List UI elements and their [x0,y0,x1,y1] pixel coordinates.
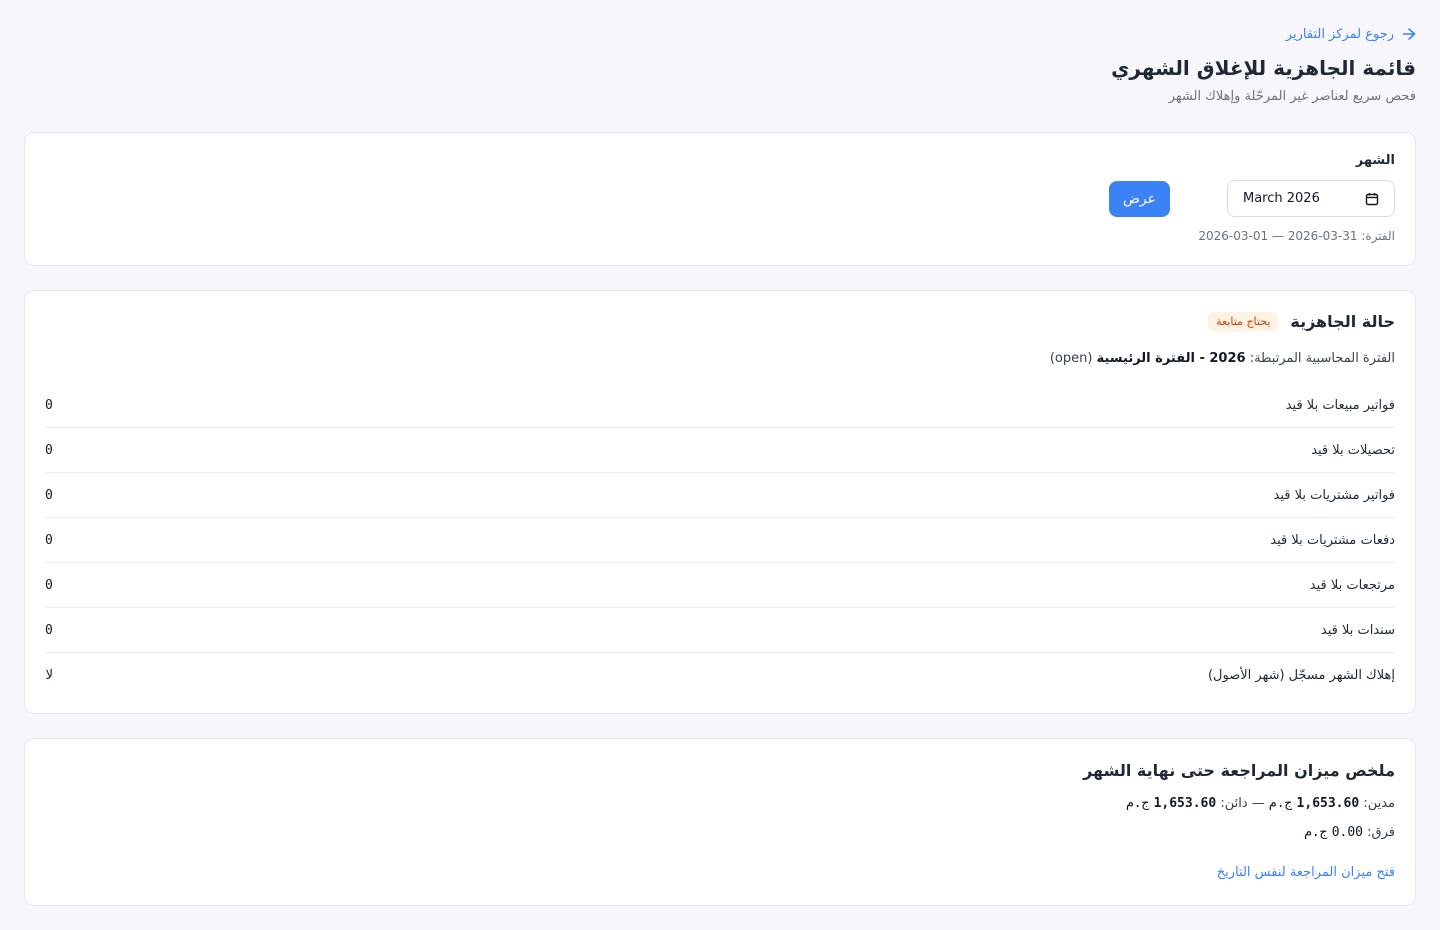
check-label: تحصيلات بلا قيد [1311,442,1395,458]
month-input[interactable]: March 2026 [1227,180,1395,217]
readiness-checklist: فواتير مبيعات بلا قيد 0 تحصيلات بلا قيد … [45,383,1395,698]
period-dates: 2026-03-01 — 2026-03-31 [1198,229,1357,243]
check-row: دفعات مشتريات بلا قيد 0 [45,518,1395,563]
check-value: 0 [45,397,53,413]
check-label: فواتير مشتريات بلا قيد [1273,487,1395,503]
linked-period-status: (open) [1049,351,1093,366]
difference-label: فرق: [1367,825,1395,840]
check-value: 0 [45,487,53,503]
readiness-card: حالة الجاهزية يحتاج متابعة الفترة المحاس… [24,290,1416,714]
readiness-header: حالة الجاهزية يحتاج متابعة [1208,312,1395,331]
debit-value: 1,653.60 [1296,796,1360,811]
calendar-icon[interactable] [1365,192,1379,206]
open-trial-balance-link[interactable]: فتح ميزان المراجعة لنفس التاريخ [1217,865,1395,880]
check-label: مرتجعات بلا قيد [1309,577,1395,593]
difference-line: فرق: 0.00 ج.م [1304,825,1395,840]
trial-balance-card: ملخص ميزان المراجعة حتى نهاية الشهر مدين… [24,738,1416,906]
period-prefix: الفترة: [1361,229,1395,243]
check-row: فواتير مبيعات بلا قيد 0 [45,383,1395,428]
credit-currency: ج.م [1125,796,1150,811]
month-filter-card: الشهر March 2026 عرض الفترة: 2026-03-01 … [24,132,1416,266]
check-label: سندات بلا قيد [1320,622,1395,638]
period-start: 2026-03-01 [1198,229,1269,243]
check-row: سندات بلا قيد 0 [45,608,1395,653]
debit-credit-line: مدين: 1,653.60 ج.م — دائن: 1,653.60 ج.م [1126,796,1395,811]
arrow-right-icon [1402,27,1416,41]
period-end: 2026-03-31 [1287,229,1358,243]
check-row: مرتجعات بلا قيد 0 [45,563,1395,608]
page-subtitle: فحص سريع لعناصر غير المرحّلة وإهلاك الشه… [1168,89,1416,104]
check-label: فواتير مبيعات بلا قيد [1285,397,1395,413]
debit-credit-separator: — [1251,796,1265,811]
back-to-reports-link[interactable]: رجوع لمركز التقارير [1286,23,1416,45]
difference-value: 0.00 [1331,825,1363,840]
check-row: تحصيلات بلا قيد 0 [45,428,1395,473]
linked-period-prefix: الفترة المحاسبية المرتبطة: [1249,351,1395,366]
trial-balance-title: ملخص ميزان المراجعة حتى نهاية الشهر [1083,761,1395,780]
debit-currency: ج.م [1268,796,1293,811]
check-value: لا [45,668,53,683]
check-label: دفعات مشتريات بلا قيد [1270,532,1395,548]
check-value: 0 [45,442,53,458]
period-separator: — [1271,229,1284,243]
month-input-value: March 2026 [1243,191,1320,206]
credit-value: 1,653.60 [1153,796,1217,811]
status-badge: يحتاج متابعة [1208,312,1279,331]
show-button[interactable]: عرض [1109,181,1170,217]
difference-currency: ج.م [1304,825,1328,840]
check-label: إهلاك الشهر مسجّل (شهر الأصول) [1207,668,1395,683]
period-range: الفترة: 2026-03-01 — 2026-03-31 [1198,229,1395,243]
check-value: 0 [45,622,53,638]
month-label: الشهر [1355,153,1395,168]
page-title: قائمة الجاهزية للإغلاق الشهري [1111,56,1416,80]
check-value: 0 [45,577,53,593]
linked-period: الفترة المحاسبية المرتبطة: 2026 - الفترة… [1050,351,1395,366]
back-link-label: رجوع لمركز التقارير [1285,26,1394,42]
check-value: 0 [45,532,53,548]
check-row: إهلاك الشهر مسجّل (شهر الأصول) لا [45,653,1395,698]
credit-label: دائن: [1220,796,1248,811]
linked-period-name: 2026 - الفترة الرئيسية [1096,351,1246,366]
readiness-title: حالة الجاهزية [1290,312,1395,331]
check-row: فواتير مشتريات بلا قيد 0 [45,473,1395,518]
debit-label: مدين: [1363,796,1395,811]
